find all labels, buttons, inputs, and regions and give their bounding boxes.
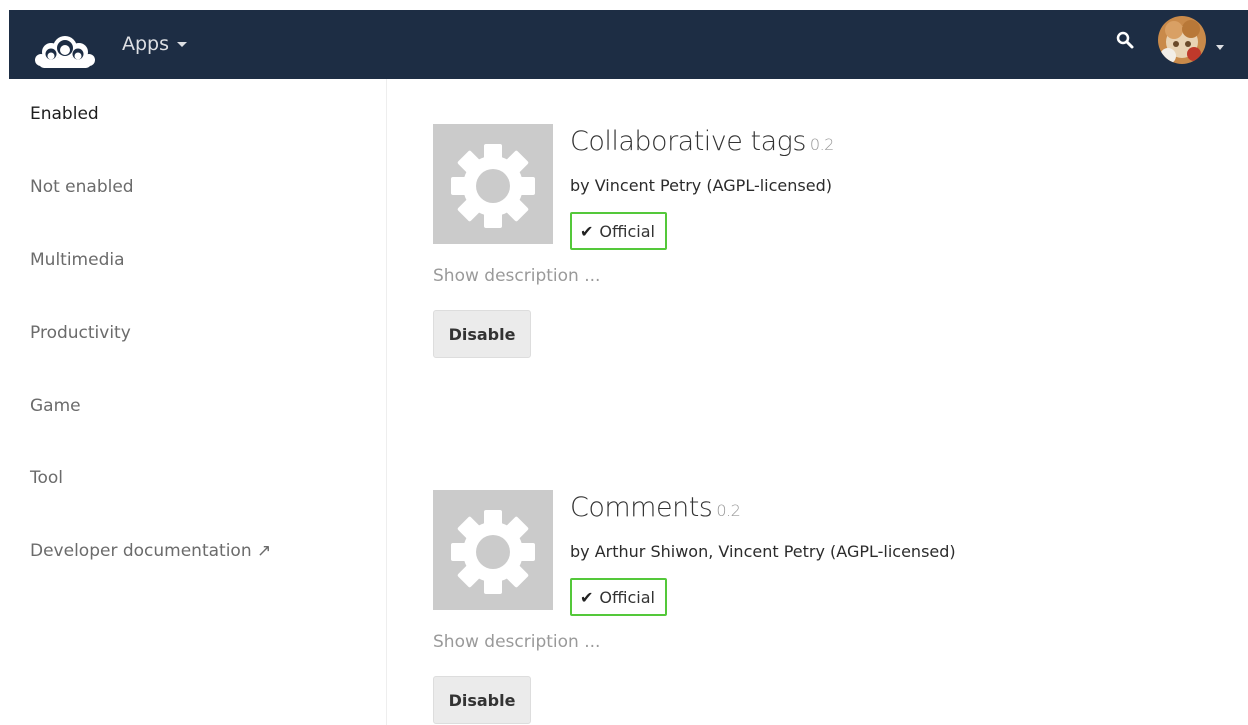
official-badge: ✔ Official [570,578,667,616]
app-author: by Vincent Petry (AGPL-licensed) [570,176,832,195]
app-version: 0.2 [716,501,741,520]
sidebar-item-label: Tool [30,468,64,488]
app-title: Comments 0.2 [570,492,741,523]
app-icon [433,124,553,244]
official-badge: ✔ Official [570,212,667,250]
sidebar-item-label: Multimedia [30,250,125,270]
official-badge-label: Official [599,587,655,607]
checkmark-icon: ✔ [580,221,594,241]
sidebar-item-productivity[interactable]: Productivity [30,315,131,351]
sidebar-item-multimedia[interactable]: Multimedia [30,242,125,278]
sidebar-item-game[interactable]: Game [30,388,81,424]
app-categories-sidebar: Enabled Not enabled Multimedia Productiv… [0,79,387,725]
app-title: Collaborative tags 0.2 [570,126,834,157]
search-icon[interactable] [1113,28,1137,52]
gear-icon [451,144,535,228]
sidebar-item-enabled[interactable]: Enabled [30,96,99,132]
app-name: Comments [570,492,713,523]
show-description-link[interactable]: Show description ... [433,632,600,652]
disable-button[interactable]: Disable [433,676,531,724]
sidebar-item-not-enabled[interactable]: Not enabled [30,169,134,205]
sidebar-item-tool[interactable]: Tool [30,460,63,496]
chevron-down-icon [177,41,188,47]
show-description-link[interactable]: Show description ... [433,266,600,286]
gear-icon [451,510,535,594]
user-menu-chevron-down-icon[interactable] [1216,45,1224,50]
official-badge-label: Official [599,221,655,241]
app-icon [433,490,553,610]
owncloud-logo-icon[interactable] [29,30,101,70]
app-version: 0.2 [809,135,834,154]
user-avatar[interactable] [1158,16,1206,64]
sidebar-item-label: Productivity [30,323,131,343]
window-top-strip [0,0,1248,10]
app-name: Collaborative tags [570,126,806,157]
sidebar-item-label: Game [30,396,81,416]
sidebar-item-developer-documentation[interactable]: Developer documentation ↗ [30,533,271,569]
top-header-bar: Apps [9,10,1248,79]
apps-menu-label: Apps [122,33,170,55]
app-author: by Arthur Shiwon, Vincent Petry (AGPL-li… [570,542,956,561]
sidebar-item-label: Not enabled [30,177,134,197]
sidebar-item-label: Developer documentation ↗ [30,541,272,561]
disable-button[interactable]: Disable [433,310,531,358]
sidebar-item-label: Enabled [30,104,99,124]
checkmark-icon: ✔ [580,587,594,607]
apps-menu-toggle[interactable]: Apps [122,29,188,59]
avatar-image [1158,16,1206,64]
